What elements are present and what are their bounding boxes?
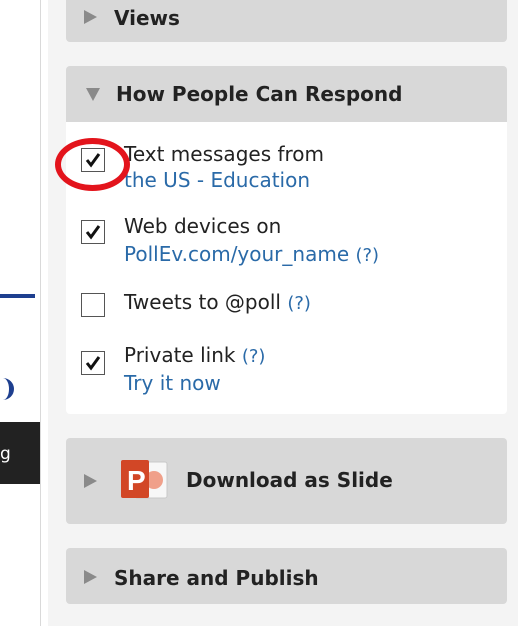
text-messages-region-link[interactable]: the US - Education bbox=[124, 168, 310, 192]
private-link-help-link[interactable]: (?) bbox=[242, 346, 266, 367]
tweets-help-link[interactable]: (?) bbox=[287, 293, 311, 314]
web-devices-line2: PollEv.com/your_name (?) bbox=[124, 242, 379, 266]
option-text-messages: Text messages from the US - Education bbox=[66, 142, 507, 202]
expand-arrow-icon bbox=[84, 570, 97, 584]
sidebar-divider bbox=[40, 0, 41, 626]
private-link-label: Private link bbox=[124, 343, 236, 367]
web-devices-label: Web devices on bbox=[124, 214, 282, 238]
private-link-checkbox[interactable] bbox=[81, 351, 105, 375]
checkmark-icon bbox=[85, 225, 101, 240]
main-page-accent-bar bbox=[0, 294, 35, 298]
text-messages-label: Text messages from bbox=[124, 142, 325, 166]
powerpoint-icon: P bbox=[121, 458, 169, 504]
collapse-arrow-icon bbox=[86, 88, 100, 101]
respond-panel-header[interactable]: How People Can Respond bbox=[66, 66, 507, 122]
main-page-edge bbox=[0, 0, 40, 626]
tweets-checkbox[interactable] bbox=[81, 293, 105, 317]
tweets-label: Tweets to @poll bbox=[124, 290, 281, 314]
main-page-dark-tab[interactable]: g bbox=[0, 422, 40, 484]
option-private-link: Private link (?) Try it now bbox=[66, 343, 507, 403]
private-link-line: Private link (?) bbox=[124, 343, 265, 367]
share-panel-header[interactable]: Share and Publish bbox=[66, 548, 507, 604]
respond-panel-body: Text messages from the US - Education We… bbox=[66, 122, 507, 414]
option-web-devices: Web devices on PollEv.com/your_name (?) bbox=[66, 214, 507, 274]
option-tweets: Tweets to @poll (?) bbox=[66, 290, 507, 350]
download-label: Download as Slide bbox=[186, 468, 393, 492]
web-devices-help-link[interactable]: (?) bbox=[355, 245, 379, 266]
respond-label: How People Can Respond bbox=[116, 82, 403, 106]
views-panel-header[interactable]: Views bbox=[66, 0, 507, 42]
expand-arrow-icon bbox=[84, 474, 97, 488]
web-devices-checkbox[interactable] bbox=[81, 220, 105, 244]
dark-tab-text: g bbox=[0, 444, 11, 464]
share-label: Share and Publish bbox=[114, 566, 319, 590]
web-devices-url-link[interactable]: PollEv.com/your_name bbox=[124, 242, 349, 266]
expand-arrow-icon bbox=[84, 10, 97, 24]
checkmark-icon bbox=[85, 356, 101, 371]
svg-text:P: P bbox=[127, 465, 146, 496]
tweets-line: Tweets to @poll (?) bbox=[124, 290, 311, 314]
highlight-circle-annotation bbox=[55, 138, 130, 191]
views-label: Views bbox=[114, 6, 180, 30]
try-it-now-link[interactable]: Try it now bbox=[124, 371, 221, 395]
download-panel-header[interactable]: P Download as Slide bbox=[66, 438, 507, 524]
